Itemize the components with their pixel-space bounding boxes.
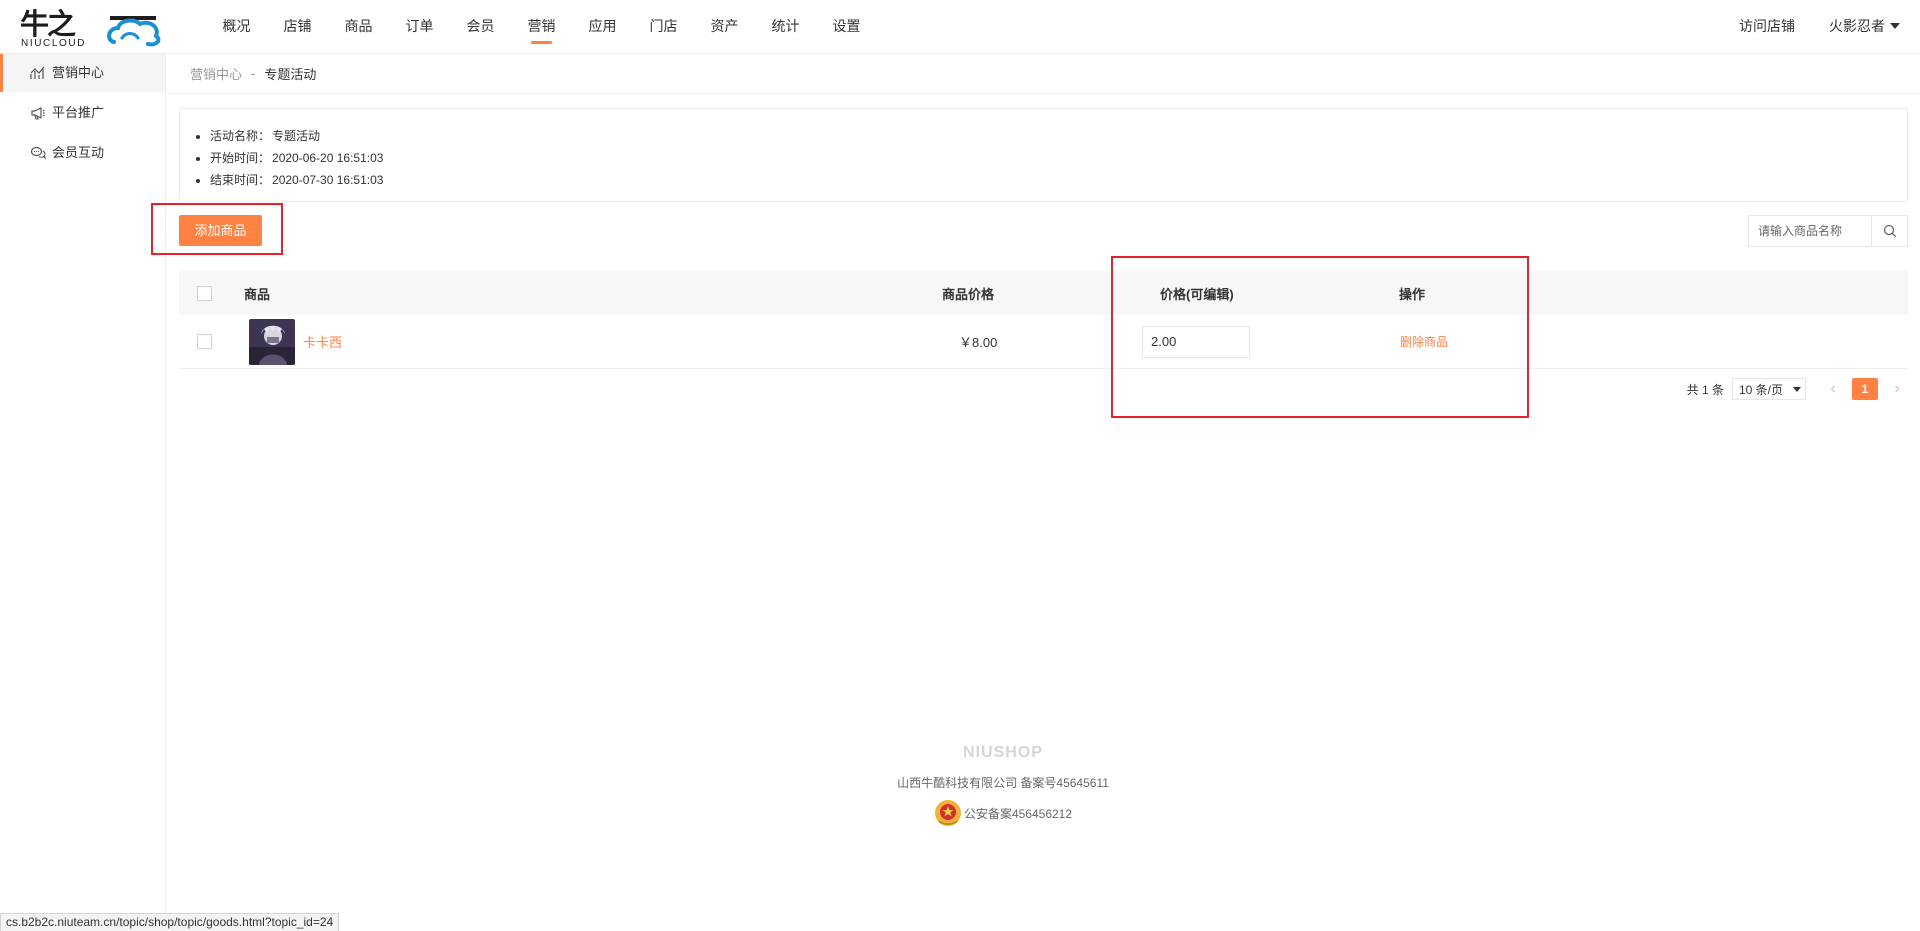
footer-brand: NIUSHOP [963, 744, 1043, 761]
nav-settings[interactable]: 设置 [816, 0, 877, 54]
logo-text-en: NIUCLOUD [21, 38, 87, 49]
footer-police-record[interactable]: 公安备案456456212 [86, 799, 1920, 827]
breadcrumb-current: 专题活动 [264, 67, 317, 82]
megaphone-icon [31, 107, 45, 120]
footer-company: 山西牛酷科技有限公司 备案号45645611 [897, 776, 1109, 790]
police-record-text: 公安备案456456212 [963, 806, 1073, 821]
activity-name: 专题活动 [272, 129, 321, 143]
sidebar-item-member-interaction[interactable]: 会员互动 [0, 134, 165, 172]
nav-marketing[interactable]: 营销 [511, 0, 572, 54]
search-box [1748, 215, 1908, 247]
activity-name-row: 活动名称：专题活动 [210, 125, 1907, 147]
page-size-value: 10 条/页 [1738, 382, 1783, 397]
nav-overview[interactable]: 概况 [206, 0, 267, 54]
row-checkbox[interactable] [197, 334, 212, 349]
sidebar-item-label: 营销中心 [52, 65, 105, 80]
top-navigation: 概况 店铺 商品 订单 会员 营销 应用 门店 资产 统计 设置 [206, 0, 877, 54]
goods-thumbnail[interactable] [249, 318, 295, 365]
header-price: 商品价格 [942, 286, 995, 302]
highlight-box-price-action [1111, 256, 1529, 418]
nav-goods[interactable]: 商品 [328, 0, 389, 54]
top-header: 牛之 NIUCLOUD 概况 店铺 商品 订单 会员 营销 应用 门店 资产 统… [0, 0, 1920, 54]
activity-start-time: 2020-06-20 16:51:03 [272, 151, 384, 165]
select-all-checkbox[interactable] [197, 285, 212, 301]
total-count: 共 1 条 [1686, 382, 1724, 397]
sidebar-item-platform-promotion[interactable]: 平台推广 [0, 94, 165, 132]
username: 火影忍者 [1829, 18, 1885, 34]
page-size-select[interactable]: 10 条/页 [1731, 378, 1806, 400]
search-button[interactable] [1871, 216, 1907, 246]
activity-end-time: 2020-07-30 16:51:03 [272, 173, 384, 187]
header-right: 访问店铺 火影忍者 [1739, 0, 1900, 52]
police-emblem-icon [934, 800, 961, 826]
sidebar-item-label: 会员互动 [52, 145, 105, 160]
nav-members[interactable]: 会员 [450, 0, 511, 54]
breadcrumb-separator: - [251, 66, 256, 81]
caret-down-icon [1890, 23, 1900, 29]
goods-name-link[interactable]: 卡卡西 [303, 332, 342, 351]
nav-assets[interactable]: 资产 [694, 0, 755, 54]
page-number-current[interactable]: 1 [1852, 378, 1878, 400]
activity-end-row: 结束时间：2020-07-30 16:51:03 [210, 169, 1907, 191]
search-input[interactable] [1749, 216, 1871, 246]
logo-text-cn: 牛之 [20, 7, 76, 41]
activity-info: 活动名称：专题活动 开始时间：2020-06-20 16:51:03 结束时间：… [179, 108, 1908, 202]
nav-orders[interactable]: 订单 [389, 0, 450, 54]
goods-table: 商品 商品价格 价格(可编辑) 操作 卡卡西 ￥8.00 2.00 删除商品 [179, 271, 1908, 369]
goods-price: ￥8.00 [959, 335, 998, 350]
user-menu[interactable]: 火影忍者 [1829, 16, 1900, 36]
browser-status-bar: cs.b2b2c.niuteam.cn/topic/shop/topic/goo… [0, 913, 340, 931]
dropdown-arrow-icon [1793, 386, 1801, 392]
search-icon [1883, 224, 1896, 238]
breadcrumb-marketing-center[interactable]: 营销中心 [190, 64, 242, 83]
logo-cloud-icon [107, 16, 161, 47]
table-header: 商品 商品价格 价格(可编辑) 操作 [179, 271, 1908, 315]
chat-icon [30, 146, 46, 160]
sidebar-item-label: 平台推广 [52, 105, 105, 120]
pagination: 共 1 条 10 条/页 ‹ 1 › [1687, 378, 1908, 400]
prev-page-button[interactable]: ‹ [1822, 380, 1844, 398]
activity-start-row: 开始时间：2020-06-20 16:51:03 [210, 147, 1907, 169]
breadcrumb: 营销中心 - 专题活动 [166, 54, 1920, 94]
main-content: 营销中心 - 专题活动 活动名称：专题活动 开始时间：2020-06-20 16… [151, 54, 1920, 931]
nav-outlets[interactable]: 门店 [633, 0, 694, 54]
add-goods-button[interactable]: 添加商品 [179, 215, 262, 246]
chart-icon [30, 66, 45, 79]
visit-store-link[interactable]: 访问店铺 [1739, 16, 1795, 36]
sidebar-item-marketing-center[interactable]: 营销中心 [0, 54, 165, 92]
nav-statistics[interactable]: 统计 [755, 0, 816, 54]
header-goods: 商品 [244, 286, 271, 302]
nav-store[interactable]: 店铺 [267, 0, 328, 54]
nav-apps[interactable]: 应用 [572, 0, 633, 54]
next-page-button[interactable]: › [1886, 380, 1908, 398]
niucloud-logo[interactable]: 牛之 NIUCLOUD [20, 7, 161, 49]
footer: NIUSHOP 山西牛酷科技有限公司 备案号45645611 公安备案45645… [166, 744, 1920, 827]
table-row: 卡卡西 ￥8.00 删除商品 [179, 315, 1908, 369]
